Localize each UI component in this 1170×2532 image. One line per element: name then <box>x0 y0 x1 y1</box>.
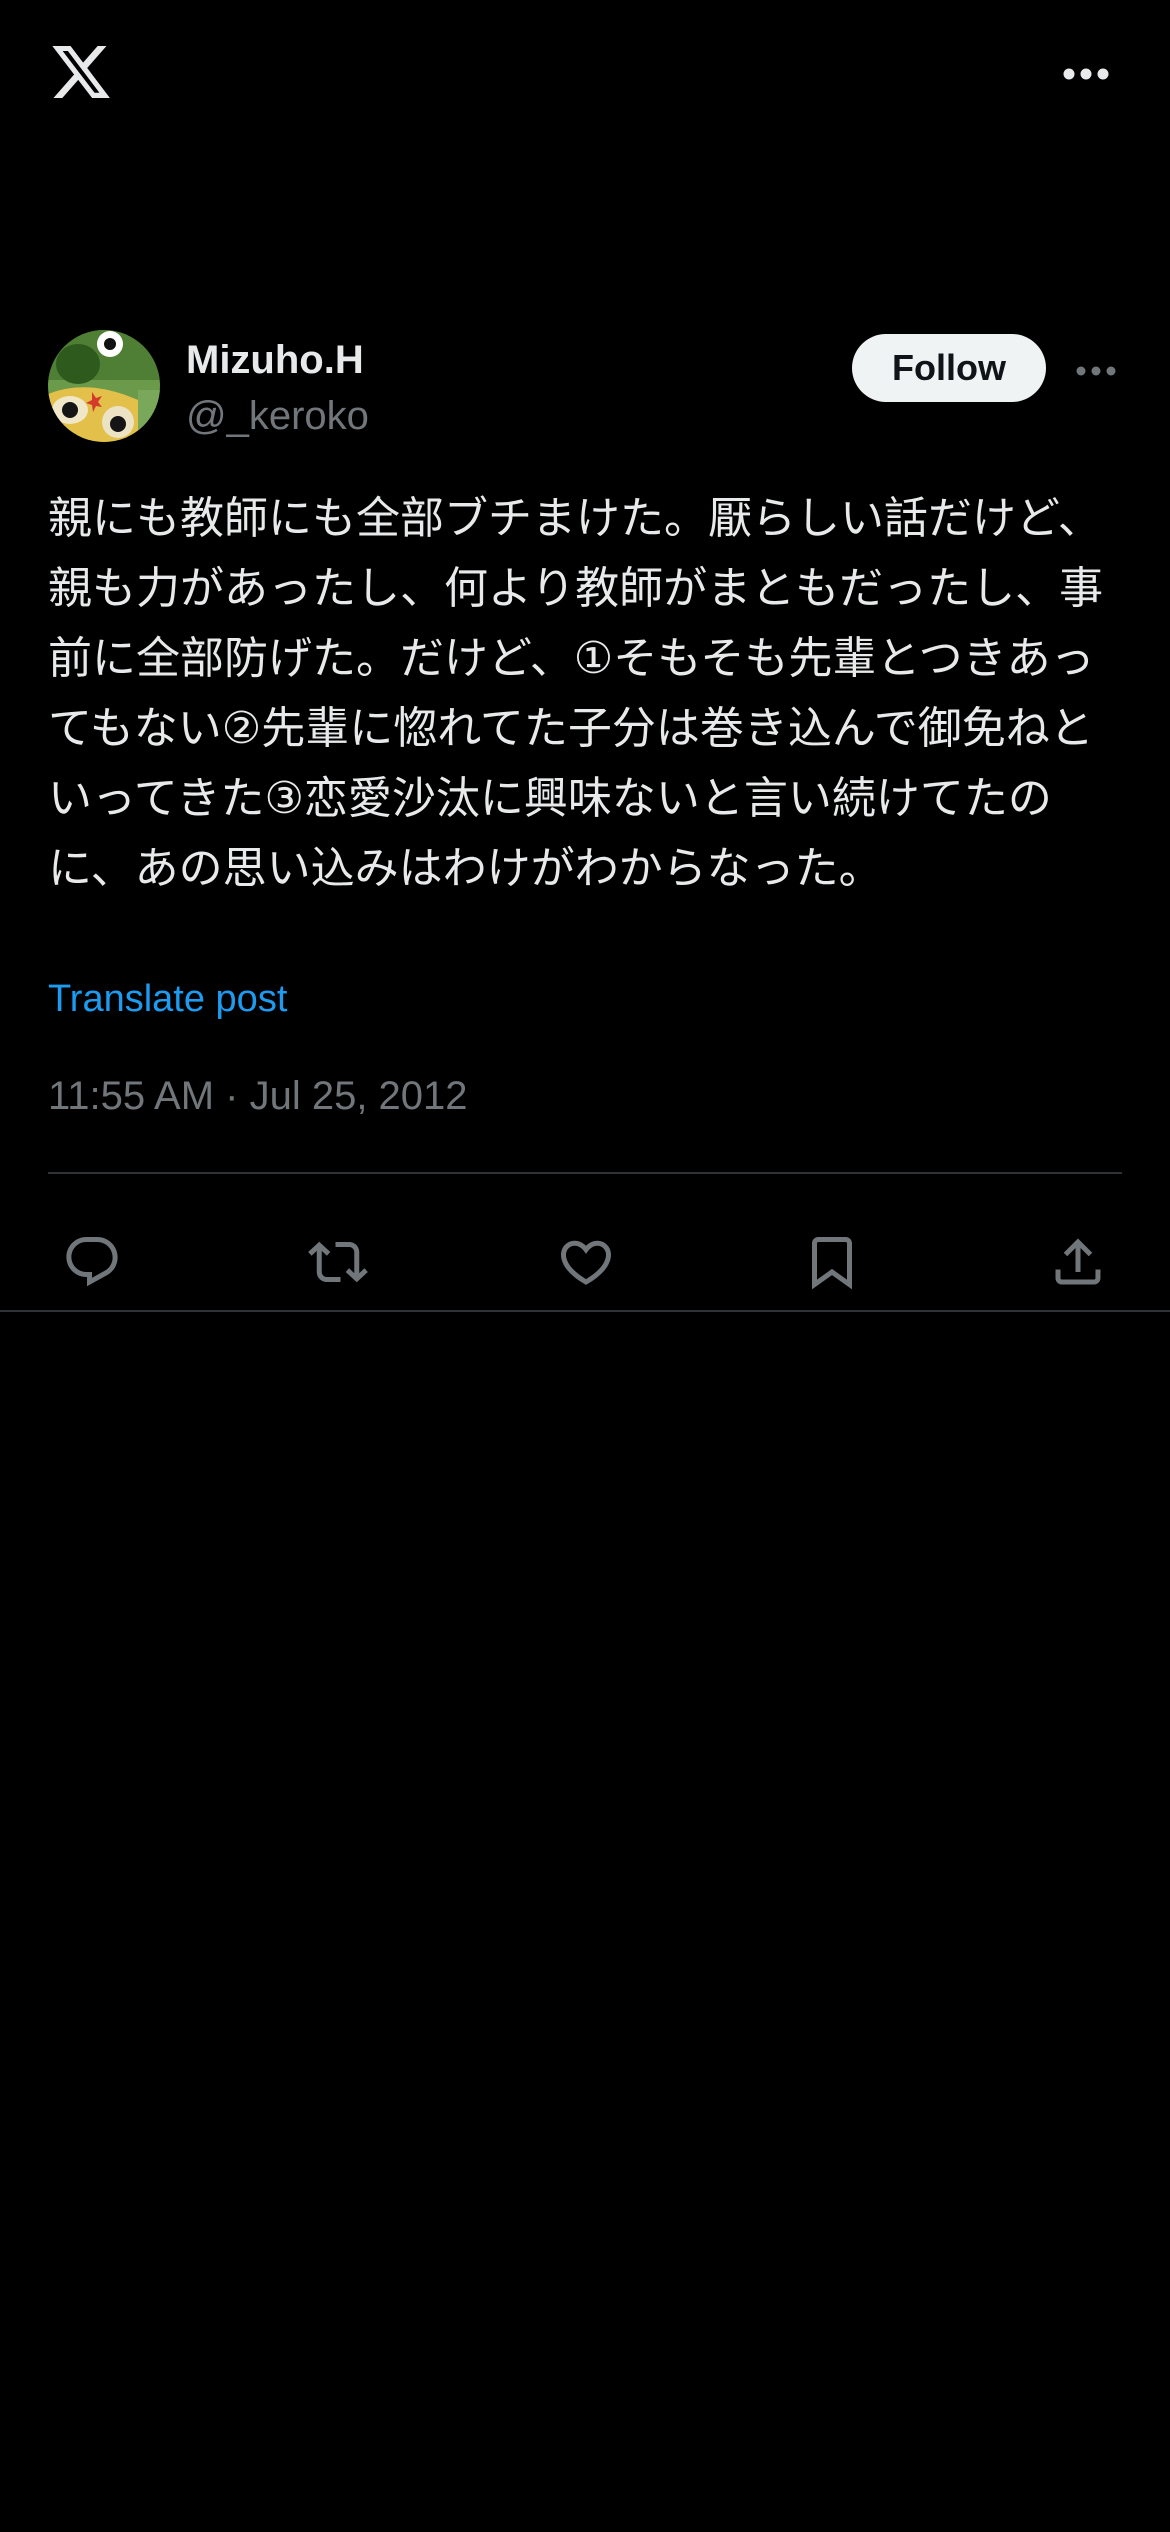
post-text: 親にも教師にも全部ブチまけた。厭らしい話だけど、親も力があったし、何より教師がま… <box>48 493 1104 894</box>
author-handle[interactable]: @_keroko <box>186 392 369 440</box>
divider <box>48 1172 1122 1174</box>
repost-button[interactable] <box>286 1210 390 1314</box>
bookmark-icon <box>812 1237 852 1290</box>
post-more-options-icon[interactable] <box>1076 362 1116 376</box>
post-timestamp[interactable]: 11:55 AM · Jul 25, 2012 <box>48 1072 468 1120</box>
translate-post-link[interactable]: Translate post <box>48 976 287 1022</box>
top-bar <box>0 0 1170 150</box>
x-logo-icon[interactable] <box>48 40 114 104</box>
action-bar <box>0 1210 1170 1314</box>
author-display-name[interactable]: Mizuho.H <box>186 336 364 384</box>
reply-icon <box>66 1237 118 1287</box>
repost-icon <box>308 1241 368 1283</box>
reply-button[interactable] <box>40 1210 144 1314</box>
share-button[interactable] <box>1026 1210 1130 1314</box>
avatar[interactable] <box>48 330 160 442</box>
share-icon <box>1055 1238 1101 1285</box>
heart-icon <box>560 1240 612 1285</box>
more-options-icon[interactable] <box>1062 66 1110 82</box>
follow-button[interactable]: Follow <box>852 334 1046 402</box>
bookmark-button[interactable] <box>780 1210 884 1314</box>
section-divider <box>0 1310 1170 1312</box>
like-button[interactable] <box>534 1210 638 1314</box>
